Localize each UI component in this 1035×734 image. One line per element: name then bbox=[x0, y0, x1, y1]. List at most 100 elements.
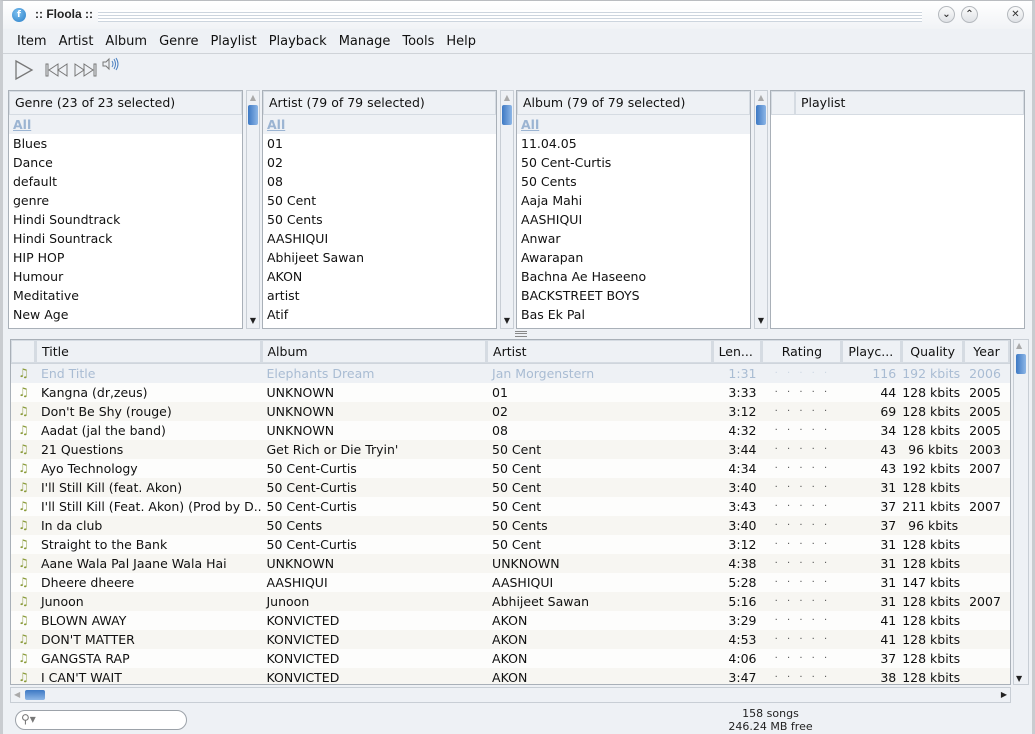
track-row[interactable]: ♫ I'll Still Kill (Feat. Akon) (Prod by D… bbox=[11, 497, 1010, 516]
menu-tools[interactable]: Tools bbox=[396, 34, 440, 49]
track-row[interactable]: ♫ In da club 50 Cents 50 Cents 3:40 · · · · ·… bbox=[11, 516, 1010, 535]
list-item-all[interactable]: All bbox=[517, 115, 750, 134]
menu-manage[interactable]: Manage bbox=[333, 34, 397, 49]
tracks-horizontal-scrollbar[interactable]: ◀ ▶ bbox=[10, 687, 1011, 703]
track-rating[interactable]: · · · · · bbox=[763, 592, 843, 611]
tracks-vertical-scrollbar[interactable]: ▲ ▼ bbox=[1013, 339, 1029, 685]
list-item[interactable]: Hindi Soundtrack bbox=[9, 210, 242, 229]
track-row[interactable]: ♫ DON'T MATTER KONVICTED AKON 4:53 · · · · · 4… bbox=[11, 630, 1010, 649]
scroll-thumb[interactable] bbox=[756, 105, 766, 125]
pane-splitter-handle[interactable] bbox=[515, 331, 527, 337]
track-row[interactable]: ♫ BLOWN AWAY KONVICTED AKON 3:29 · · · · · 41 1… bbox=[11, 611, 1010, 630]
column-quality[interactable]: Quality bbox=[902, 340, 965, 363]
track-rating[interactable]: · · · · · bbox=[763, 535, 843, 554]
track-rating[interactable]: · · · · · bbox=[763, 440, 843, 459]
track-rating[interactable]: · · · · · bbox=[763, 459, 843, 478]
track-rating[interactable]: · · · · · bbox=[763, 668, 843, 684]
list-item[interactable]: AASHIQUI bbox=[263, 229, 496, 248]
column-icon[interactable] bbox=[11, 340, 36, 363]
track-row[interactable]: ♫ Aadat (jal the band) UNKNOWN 08 4:32 · · · … bbox=[11, 421, 1010, 440]
track-row[interactable]: ♫ Kangna (dr,zeus) UNKNOWN 01 3:33 · · · · · 4… bbox=[11, 383, 1010, 402]
scroll-up-icon[interactable]: ▲ bbox=[247, 92, 259, 104]
search-icon[interactable]: ⚲▾ bbox=[21, 712, 36, 726]
album-scrollbar[interactable]: ▲ ▼ bbox=[754, 90, 768, 329]
list-item-all[interactable]: All bbox=[263, 115, 496, 134]
scroll-up-icon[interactable]: ▲ bbox=[501, 92, 513, 104]
track-rating[interactable]: · · · · · bbox=[763, 383, 843, 402]
track-row[interactable]: ♫ I'll Still Kill (feat. Akon) 50 Cent-Cur… bbox=[11, 478, 1010, 497]
search-box[interactable]: ⚲▾ bbox=[15, 710, 187, 730]
track-rating[interactable]: · · · · · bbox=[763, 497, 843, 516]
track-rating[interactable]: · · · · · bbox=[763, 611, 843, 630]
scroll-thumb[interactable] bbox=[248, 105, 258, 125]
track-rating[interactable]: · · · · · bbox=[763, 573, 843, 592]
track-rating[interactable]: · · · · · bbox=[763, 421, 843, 440]
volume-button[interactable] bbox=[101, 57, 121, 76]
track-row[interactable]: ♫ Aane Wala Pal Jaane Wala Hai UNKNOWN UNKN… bbox=[11, 554, 1010, 573]
list-item[interactable]: AASHIQUI bbox=[517, 210, 750, 229]
scroll-down-icon[interactable]: ▼ bbox=[1016, 674, 1022, 683]
track-row[interactable]: ♫ Ayo Technology 50 Cent-Curtis 50 Cent 4:34… bbox=[11, 459, 1010, 478]
track-rating[interactable]: · · · · · bbox=[763, 630, 843, 649]
list-item[interactable]: HIP HOP bbox=[9, 248, 242, 267]
floola-app-icon[interactable]: f bbox=[12, 8, 26, 22]
list-item[interactable]: BACKSTREET BOYS bbox=[517, 286, 750, 305]
list-item[interactable]: Bachna Ae Haseeno bbox=[517, 267, 750, 286]
list-item[interactable]: Bas Ek Pal bbox=[517, 305, 750, 324]
track-rating[interactable]: · · · · · bbox=[763, 478, 843, 497]
scroll-thumb[interactable] bbox=[1016, 354, 1026, 374]
track-row[interactable]: ♫ End Title Elephants Dream Jan Morgenstern… bbox=[11, 364, 1010, 383]
scroll-right-icon[interactable]: ▶ bbox=[1001, 690, 1007, 699]
artist-scrollbar[interactable]: ▲ ▼ bbox=[500, 90, 514, 329]
genre-header[interactable]: Genre (23 of 23 selected) bbox=[9, 91, 242, 115]
list-item[interactable]: 50 Cent bbox=[263, 191, 496, 210]
column-artist[interactable]: Artist bbox=[487, 340, 713, 363]
list-item[interactable]: genre bbox=[9, 191, 242, 210]
playlist-icon-column[interactable] bbox=[772, 92, 796, 114]
title-bar[interactable]: f :: Floola :: ⌄ ⌃ ✕ bbox=[3, 1, 1032, 29]
column-playcount[interactable]: Playc... bbox=[842, 340, 903, 363]
menu-artist[interactable]: Artist bbox=[53, 34, 100, 49]
column-title[interactable]: Title bbox=[35, 340, 262, 363]
scroll-down-icon[interactable]: ▼ bbox=[501, 315, 513, 327]
column-album[interactable]: Album bbox=[261, 340, 488, 363]
menu-item[interactable]: Item bbox=[11, 34, 53, 49]
next-track-button[interactable] bbox=[73, 62, 97, 81]
scroll-up-icon[interactable]: ▲ bbox=[755, 92, 767, 104]
track-row[interactable]: ♫ I CAN'T WAIT KONVICTED AKON 3:47 · · · · · 3… bbox=[11, 668, 1010, 684]
column-rating[interactable]: Rating bbox=[762, 340, 843, 363]
menu-genre[interactable]: Genre bbox=[153, 34, 204, 49]
list-item[interactable]: artist bbox=[263, 286, 496, 305]
search-input[interactable] bbox=[40, 713, 180, 728]
scroll-down-icon[interactable]: ▼ bbox=[247, 315, 259, 327]
column-length[interactable]: Len... bbox=[712, 340, 763, 363]
list-item[interactable]: 02 bbox=[263, 153, 496, 172]
artist-header[interactable]: Artist (79 of 79 selected) bbox=[263, 91, 496, 115]
list-item[interactable]: New Age bbox=[9, 305, 242, 324]
play-button[interactable] bbox=[13, 59, 35, 84]
track-row[interactable]: ♫ Straight to the Bank 50 Cent-Curtis 50 Ce… bbox=[11, 535, 1010, 554]
track-row[interactable]: ♫ GANGSTA RAP KONVICTED AKON 4:06 · · · · · 37… bbox=[11, 649, 1010, 668]
menu-playlist[interactable]: Playlist bbox=[204, 34, 262, 49]
scroll-up-icon[interactable]: ▲ bbox=[1016, 341, 1022, 350]
track-rating[interactable]: · · · · · bbox=[763, 402, 843, 421]
track-rating[interactable]: · · · · · bbox=[763, 364, 843, 383]
playlist-header[interactable]: Playlist bbox=[796, 92, 845, 114]
list-item[interactable]: 50 Cent-Curtis bbox=[517, 153, 750, 172]
track-row[interactable]: ♫ 21 Questions Get Rich or Die Tryin' 50 Ce… bbox=[11, 440, 1010, 459]
menu-help[interactable]: Help bbox=[440, 34, 482, 49]
track-rating[interactable]: · · · · · bbox=[763, 554, 843, 573]
scroll-down-icon[interactable]: ▼ bbox=[755, 315, 767, 327]
list-item[interactable]: Awarapan bbox=[517, 248, 750, 267]
list-item[interactable]: 08 bbox=[263, 172, 496, 191]
close-button[interactable]: ✕ bbox=[1007, 6, 1024, 23]
list-item[interactable]: Dance bbox=[9, 153, 242, 172]
list-item[interactable]: 11.04.05 bbox=[517, 134, 750, 153]
list-item[interactable]: Aaja Mahi bbox=[517, 191, 750, 210]
list-item[interactable]: default bbox=[9, 172, 242, 191]
list-item[interactable]: Blues bbox=[9, 134, 242, 153]
list-item[interactable]: Humour bbox=[9, 267, 242, 286]
genre-scrollbar[interactable]: ▲ ▼ bbox=[246, 90, 260, 329]
list-item[interactable]: Meditative bbox=[9, 286, 242, 305]
album-header[interactable]: Album (79 of 79 selected) bbox=[517, 91, 750, 115]
